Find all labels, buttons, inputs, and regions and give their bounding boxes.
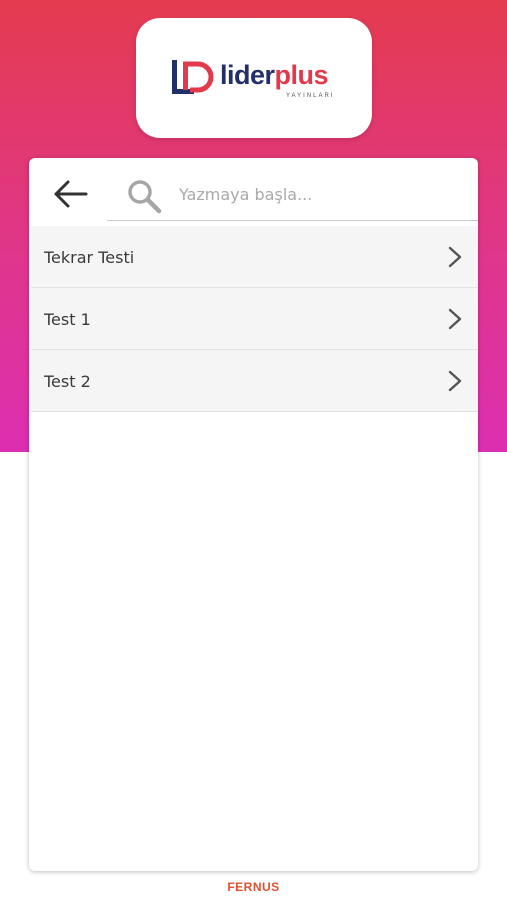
logo-word-plus: plus: [274, 60, 329, 90]
list-item-test-2[interactable]: Test 2: [31, 350, 478, 412]
test-list: Tekrar Testi Test 1 Test 2: [31, 226, 478, 412]
list-item-tekrar-testi[interactable]: Tekrar Testi: [31, 226, 478, 288]
test-list-panel: Tekrar Testi Test 1 Test 2: [29, 158, 478, 871]
logo-wordmark: liderplus: [220, 60, 329, 90]
search-bar: [107, 164, 478, 221]
footer-brand: FERNUS: [227, 880, 280, 894]
chevron-right-icon: [448, 246, 462, 268]
liderplus-logo-mark-icon: [172, 60, 214, 94]
logo-word-lider: lider: [220, 60, 275, 90]
list-item-test-1[interactable]: Test 1: [31, 288, 478, 350]
search-input[interactable]: [177, 178, 471, 210]
arrow-left-icon: [54, 180, 88, 208]
back-button[interactable]: [47, 174, 93, 214]
logo-card: liderplus YAYINLARI: [136, 18, 372, 138]
logo-subtitle: YAYINLARI: [286, 93, 335, 99]
chevron-right-icon: [448, 370, 462, 392]
list-item-label: Test 1: [44, 310, 91, 329]
list-item-label: Tekrar Testi: [44, 248, 135, 267]
list-item-label: Test 2: [44, 372, 91, 391]
chevron-right-icon: [448, 308, 462, 330]
search-icon: [128, 180, 162, 214]
